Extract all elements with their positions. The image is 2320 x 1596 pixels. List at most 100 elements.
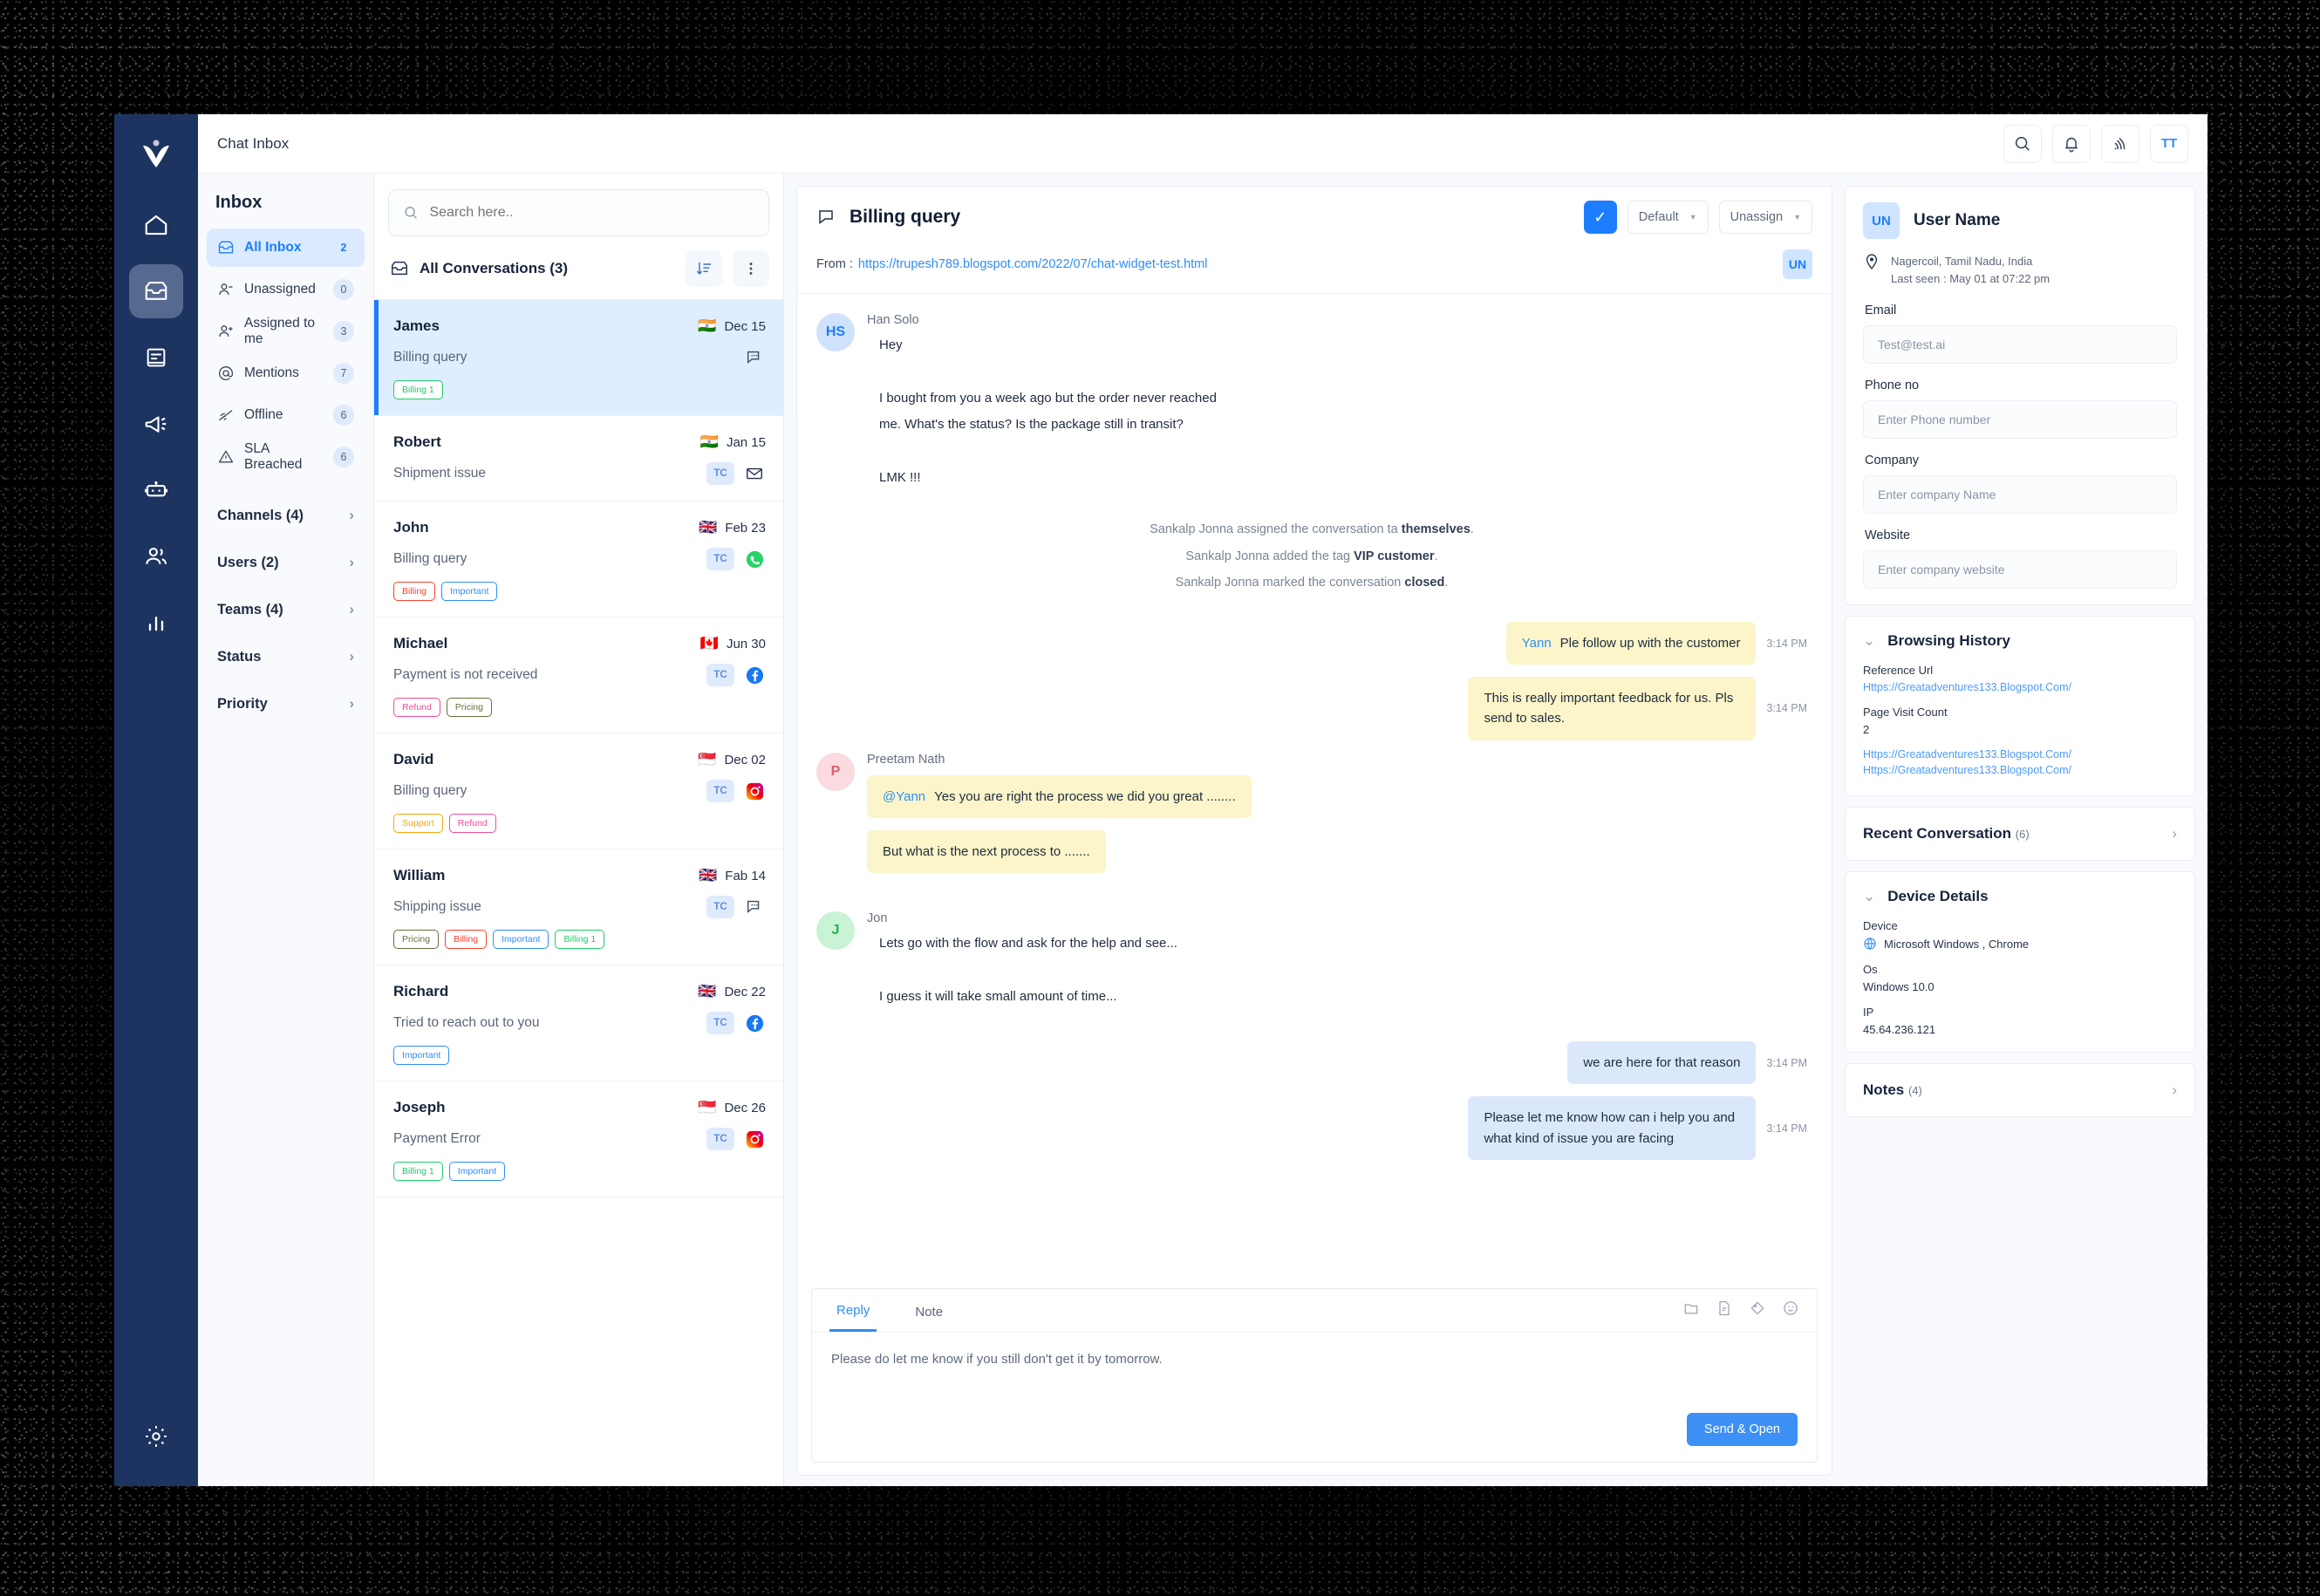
- folder-icon[interactable]: [1682, 1299, 1700, 1321]
- sort-icon[interactable]: [686, 250, 722, 287]
- conversation-tag[interactable]: Support: [393, 814, 443, 833]
- conversation-tag[interactable]: Billing: [445, 930, 488, 949]
- country-flag-icon: 🇸🇬: [698, 751, 717, 767]
- search-box[interactable]: [388, 189, 769, 236]
- avatar[interactable]: TT: [2150, 124, 2188, 163]
- recent-conversation-row[interactable]: Recent Conversation (6) ›: [1845, 807, 2195, 862]
- sidebar-item-offline[interactable]: Offline 6: [207, 396, 365, 434]
- resolve-checkbox[interactable]: ✓: [1583, 201, 1617, 234]
- conversation-tag[interactable]: Billing 1: [393, 380, 443, 399]
- message-bubble: we are here for that reason: [1567, 1041, 1757, 1085]
- email-field[interactable]: Test@test.ai: [1863, 325, 2177, 365]
- conversation-tag[interactable]: Pricing: [446, 698, 492, 717]
- sidebar-section-channels[interactable]: Channels (4) ›: [198, 492, 373, 539]
- country-flag-icon: 🇬🇧: [699, 867, 718, 883]
- more-options-icon[interactable]: [733, 250, 769, 287]
- rail-item-home[interactable]: [129, 198, 183, 252]
- template-icon[interactable]: [1716, 1299, 1733, 1321]
- conversation-tag[interactable]: Important: [441, 582, 498, 601]
- assign-select[interactable]: Unassign ▼: [1718, 201, 1812, 234]
- sidebar-section-users[interactable]: Users (2) ›: [198, 539, 373, 586]
- team-chip: TC: [706, 462, 734, 485]
- conversation-row-david[interactable]: David 🇸🇬 Dec 02 Billing query TC Support…: [374, 733, 783, 849]
- sidebar-item-mentions[interactable]: Mentions 7: [207, 354, 365, 392]
- chevron-down-icon[interactable]: ⌄: [1863, 632, 1875, 650]
- tab-reply[interactable]: Reply: [829, 1289, 877, 1332]
- rail-item-campaigns[interactable]: [129, 397, 183, 451]
- avatar: P: [816, 752, 855, 791]
- sidebar-section-label: Users (2): [217, 554, 279, 570]
- rail-item-inbox[interactable]: [129, 264, 183, 318]
- sidebar-item-assigned-to-me[interactable]: Assigned to me 3: [207, 312, 365, 351]
- system-message: Sankalp Jonna added the tag VIP customer…: [816, 546, 1807, 568]
- message-incoming-jon: J Jon Lets go with the flow and ask for …: [816, 911, 1807, 1013]
- conversation-tag[interactable]: Billing: [393, 582, 436, 601]
- sidebar-item-all-inbox[interactable]: All Inbox 2: [207, 228, 365, 267]
- conversation-tag[interactable]: Billing 1: [555, 930, 605, 949]
- visited-url-link[interactable]: Https://Greatadventures133.Blogspot.Com/: [1863, 764, 2177, 776]
- conversation-row-richard[interactable]: Richard 🇬🇧 Dec 22 Tried to reach out to …: [374, 965, 783, 1081]
- sidebar-item-label: SLA Breached: [244, 441, 303, 472]
- sidebar-item-unassigned[interactable]: Unassigned 0: [207, 270, 365, 309]
- conversation-row-william[interactable]: William 🇬🇧 Fab 14 Shipping issue TC Pric…: [374, 849, 783, 965]
- page-title: Chat Inbox: [217, 134, 290, 152]
- search-icon[interactable]: [2003, 124, 2042, 163]
- rail-item-bots[interactable]: [129, 463, 183, 517]
- reference-url-link[interactable]: Https://Greatadventures133.Blogspot.Com/: [1863, 681, 2177, 693]
- conversation-tag[interactable]: Refund: [448, 814, 496, 833]
- rail-item-analytics[interactable]: [129, 596, 183, 650]
- conversation-date: Fab 14: [725, 868, 766, 883]
- sidebar-item-label: Offline: [244, 407, 283, 422]
- broadcast-icon[interactable]: [2101, 124, 2139, 163]
- conversation-row-joseph[interactable]: Joseph 🇸🇬 Dec 26 Payment Error TC Billin…: [374, 1081, 783, 1197]
- conversation-row-michael[interactable]: Michael 🇨🇦 Jun 30 Payment is not receive…: [374, 617, 783, 733]
- conversation-row-james[interactable]: James 🇮🇳 Dec 15 Billing query Billing 1: [374, 299, 783, 415]
- company-field[interactable]: Enter company Name: [1863, 475, 2177, 515]
- message-time: 3:14 PM: [1766, 637, 1807, 650]
- message-sender: Preetam Nath: [867, 752, 945, 767]
- conversation-tag[interactable]: Important: [393, 1046, 450, 1065]
- priority-select[interactable]: Default ▼: [1627, 201, 1709, 234]
- chevron-right-icon: ›: [349, 648, 354, 665]
- rail-item-contacts[interactable]: [129, 529, 183, 583]
- message-line: LMK !!!: [879, 469, 921, 485]
- conversation-tag[interactable]: Important: [493, 930, 549, 949]
- conversation-tag[interactable]: Important: [448, 1162, 506, 1181]
- system-message-bold: closed: [1404, 576, 1445, 590]
- rail-item-knowledge-base[interactable]: [129, 331, 183, 385]
- phone-field[interactable]: Enter Phone number: [1863, 400, 2177, 440]
- os-value: Windows 10.0: [1863, 980, 1934, 994]
- notes-row[interactable]: Notes (4) ›: [1845, 1063, 2195, 1118]
- conversation-tag[interactable]: Billing 1: [393, 1162, 443, 1181]
- device-details-card: ⌄ Device Details Device Microsoft Window…: [1845, 871, 2195, 1054]
- chevron-down-icon[interactable]: ⌄: [1863, 888, 1875, 905]
- system-message-bold: themselves: [1401, 522, 1470, 536]
- device-value-row: Microsoft Windows , Chrome: [1863, 937, 2177, 951]
- message-outgoing: Please let me know how can i help you an…: [816, 1096, 1807, 1160]
- website-field[interactable]: Enter company website: [1863, 550, 2177, 590]
- search-input[interactable]: [429, 205, 754, 221]
- sidebar-section-priority[interactable]: Priority ›: [198, 680, 373, 727]
- bell-icon[interactable]: [2052, 124, 2091, 163]
- email-icon: [743, 462, 766, 485]
- sidebar-section-status[interactable]: Status ›: [198, 633, 373, 680]
- facebook-icon: [743, 1012, 766, 1034]
- conversation-row-robert[interactable]: Robert 🇮🇳 Jan 15 Shipment issue TC: [374, 415, 783, 501]
- sidebar-section-teams[interactable]: Teams (4) ›: [198, 586, 373, 633]
- tab-note[interactable]: Note: [908, 1291, 950, 1331]
- tag-icon[interactable]: [1749, 1299, 1766, 1321]
- chevron-right-icon: ›: [349, 507, 354, 523]
- icon-rail: [114, 114, 198, 1486]
- rail-item-settings[interactable]: [129, 1409, 183, 1463]
- conversation-tag[interactable]: Pricing: [393, 930, 440, 949]
- assignee-avatar[interactable]: UN: [1783, 249, 1812, 279]
- sidebar-item-sla-breached[interactable]: SLA Breached 6: [207, 438, 365, 476]
- os-label: Os: [1863, 963, 1878, 977]
- conversation-row-john[interactable]: John 🇬🇧 Feb 23 Billing query TC Billing …: [374, 501, 783, 617]
- conversation-tag[interactable]: Refund: [393, 698, 440, 717]
- composer-input[interactable]: Please do let me know if you still don't…: [812, 1333, 1817, 1413]
- from-url-link[interactable]: https://trupesh789.blogspot.com/2022/07/…: [858, 257, 1208, 271]
- send-and-open-button[interactable]: Send & Open: [1686, 1413, 1798, 1446]
- emoji-icon[interactable]: [1782, 1299, 1799, 1321]
- visited-url-link[interactable]: Https://Greatadventures133.Blogspot.Com/: [1863, 748, 2177, 760]
